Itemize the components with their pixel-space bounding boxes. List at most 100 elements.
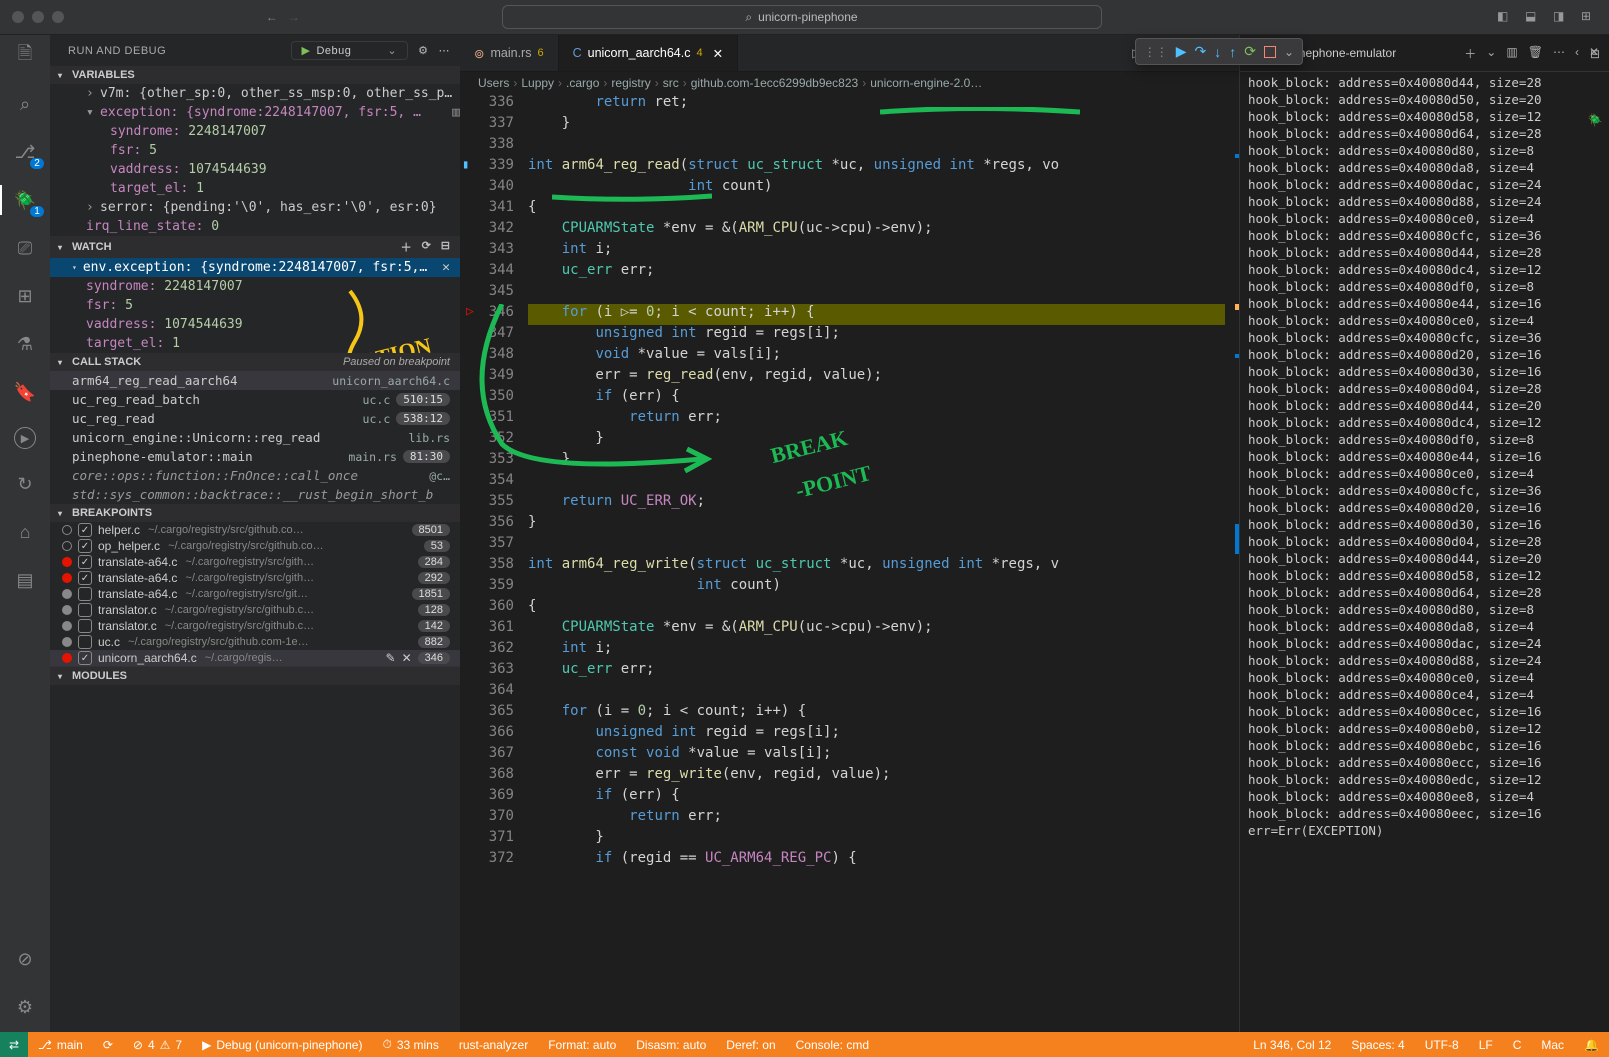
bookmark-icon[interactable]: 🔖 — [12, 379, 38, 405]
breakpoint-checkbox[interactable] — [78, 587, 92, 601]
watch-child[interactable]: target_el: 1 — [50, 334, 460, 353]
test-icon[interactable]: ⚗ — [12, 331, 38, 357]
layout-bottom-icon[interactable]: ⬓ — [1525, 9, 1541, 25]
explorer-icon[interactable]: 🗎 — [12, 43, 38, 69]
search-icon[interactable]: ⌕ — [12, 91, 38, 117]
code-line[interactable]: return UC_ERR_OK; — [528, 493, 1225, 514]
code-line[interactable]: int arm64_reg_read(struct uc_struct *uc,… — [528, 157, 1225, 178]
terminal-output[interactable]: hook_block: address=0x40080d44, size=28h… — [1240, 72, 1609, 1032]
code-line[interactable] — [528, 472, 1225, 493]
callstack-frame[interactable]: uc_reg_readuc.c538:12 — [50, 409, 460, 428]
breakpoint-gutter-icon[interactable]: ▷ — [466, 304, 474, 319]
code-line[interactable]: if (err) { — [528, 787, 1225, 808]
lsp-status[interactable]: rust-analyzer — [449, 1038, 538, 1052]
code-line[interactable]: { — [528, 199, 1225, 220]
var-row[interactable]: fsr: 5 — [50, 141, 460, 160]
step-out-button[interactable]: ↑ — [1229, 44, 1236, 60]
watch-expression-selected[interactable]: env.exception: {syndrome:2248147007, fsr… — [50, 258, 460, 277]
code-line[interactable]: if (err) { — [528, 388, 1225, 409]
code-line[interactable]: } — [528, 115, 1225, 136]
grip-icon[interactable]: ⋮⋮ — [1144, 45, 1168, 59]
breakpoint-row[interactable]: translator.c ~/.cargo/registry/src/githu… — [50, 618, 460, 634]
debug-icon[interactable]: 🪲1 — [12, 187, 38, 213]
code-line[interactable] — [528, 682, 1225, 703]
bookmark-gutter-icon[interactable]: ▮ — [462, 157, 469, 171]
code-line[interactable]: } — [528, 514, 1225, 535]
var-row[interactable]: ›serror: {pending:'\0', has_esr:'\0', es… — [50, 198, 460, 217]
code-line[interactable]: } — [528, 430, 1225, 451]
edit-icon[interactable]: ✎ — [386, 651, 396, 665]
settings-gear-icon[interactable]: ⚙ — [12, 994, 38, 1020]
code-line[interactable]: int count) — [528, 577, 1225, 598]
var-row[interactable]: vaddress: 1074544639 — [50, 160, 460, 179]
trash-icon[interactable]: 🗑 — [1528, 45, 1543, 62]
nav-forward-icon[interactable]: → — [288, 10, 300, 24]
panel-callstack[interactable]: CALL STACKPaused on breakpoint — [50, 353, 460, 371]
code-line[interactable]: int count) — [528, 178, 1225, 199]
command-center[interactable]: ⌕ unicorn-pinephone — [502, 5, 1102, 29]
close-icon[interactable]: ✕ — [402, 651, 412, 665]
callstack-frame[interactable]: arm64_reg_read_aarch64unicorn_aarch64.c — [50, 371, 460, 390]
code-line[interactable]: uc_err err; — [528, 262, 1225, 283]
code-line[interactable] — [528, 136, 1225, 157]
callstack-frame[interactable]: std::sys_common::backtrace::__rust_begin… — [50, 485, 460, 504]
code-line[interactable]: unsigned int regid = regs[i]; — [528, 724, 1225, 745]
code-line[interactable]: if (regid == UC_ARM64_REG_PC) { — [528, 850, 1225, 871]
eol[interactable]: LF — [1469, 1038, 1503, 1052]
code-line[interactable]: CPUARMState *env = &(ARM_CPU(uc->cpu)->e… — [528, 220, 1225, 241]
breakpoint-row[interactable]: translate-a64.c ~/.cargo/registry/src/gi… — [50, 586, 460, 602]
code-area[interactable]: 336337338▮339340341342343344345▷34634734… — [460, 94, 1239, 1032]
close-tab-icon[interactable]: ✕ — [713, 46, 723, 61]
console-status[interactable]: Console: cmd — [786, 1038, 879, 1052]
code-line[interactable]: return err; — [528, 808, 1225, 829]
language-mode[interactable]: C — [1503, 1038, 1532, 1052]
more-icon[interactable]: ⋯ — [1553, 45, 1565, 62]
minimap[interactable] — [1225, 94, 1239, 1032]
breakpoint-checkbox[interactable] — [78, 619, 92, 633]
breakpoint-checkbox[interactable] — [78, 635, 92, 649]
breakpoint-row[interactable]: op_helper.c ~/.cargo/registry/src/github… — [50, 538, 460, 554]
watch-child[interactable]: fsr: 5 — [50, 296, 460, 315]
timer[interactable]: ⏱ 33 mins — [372, 1037, 448, 1052]
layout-left-icon[interactable]: ◧ — [1497, 9, 1513, 25]
run-icon[interactable]: ▶ — [14, 427, 36, 449]
git-branch[interactable]: ⎇ main — [28, 1038, 93, 1052]
close-window[interactable] — [12, 11, 24, 23]
breakpoint-row[interactable]: uc.c ~/.cargo/registry/src/github.com-1e… — [50, 634, 460, 650]
code-line[interactable]: int arm64_reg_write(struct uc_struct *uc… — [528, 556, 1225, 577]
code-line[interactable]: err = reg_read(env, regid, value); — [528, 367, 1225, 388]
callstack-frame[interactable]: uc_reg_read_batchuc.c510:15 — [50, 390, 460, 409]
tab-main-rs[interactable]: ⊚ main.rs 6 — [460, 35, 559, 71]
problems[interactable]: ⊘ 4 ⚠ 7 — [123, 1038, 192, 1052]
code-line[interactable]: int i; — [528, 241, 1225, 262]
split-terminal-icon[interactable]: ▥ — [1506, 45, 1517, 62]
code-line[interactable]: unsigned int regid = regs[i]; — [528, 325, 1225, 346]
step-into-button[interactable]: ↓ — [1214, 44, 1221, 60]
format-status[interactable]: Format: auto — [538, 1038, 626, 1052]
var-row[interactable]: ▾exception: {syndrome:2248147007, fsr:5,… — [50, 103, 460, 122]
stop-button[interactable] — [1264, 46, 1276, 58]
debug-config-select[interactable]: ▶ Debug ⌄ — [291, 41, 409, 60]
layout-grid-icon[interactable]: ⊞ — [1581, 9, 1597, 25]
encoding[interactable]: UTF-8 — [1415, 1038, 1469, 1052]
os-indicator[interactable]: Mac — [1531, 1038, 1574, 1052]
breakpoint-row[interactable]: unicorn_aarch64.c ~/.cargo/regis… ✎✕ 346 — [50, 650, 460, 666]
breakpoint-row[interactable]: translate-a64.c ~/.cargo/registry/src/gi… — [50, 570, 460, 586]
var-row[interactable]: syndrome: 2248147007 — [50, 122, 460, 141]
callstack-frame[interactable]: core::ops::function::FnOnce::call_once@c… — [50, 466, 460, 485]
breakpoint-row[interactable]: helper.c ~/.cargo/registry/src/github.co… — [50, 522, 460, 538]
code-line[interactable]: err = reg_write(env, regid, value); — [528, 766, 1225, 787]
project-icon[interactable]: ▤ — [12, 567, 38, 593]
code-line[interactable]: { — [528, 598, 1225, 619]
code-line[interactable]: return ret; — [528, 94, 1225, 115]
code-line[interactable]: CPUARMState *env = &(ARM_CPU(uc->cpu)->e… — [528, 619, 1225, 640]
timeline-icon[interactable]: ↻ — [12, 471, 38, 497]
var-row[interactable]: irq_line_state: 0 — [50, 217, 460, 236]
panel-watch[interactable]: WATCH ＋⟳⊟ — [50, 236, 460, 258]
continue-button[interactable]: ▶ — [1176, 43, 1187, 60]
step-over-button[interactable]: ↷ — [1194, 43, 1206, 60]
right-rail-toggle[interactable]: ⊟ — [1581, 40, 1609, 68]
code-line[interactable]: int i; — [528, 640, 1225, 661]
right-rail-debug-icon[interactable]: 🪲 — [1581, 106, 1609, 134]
remote-indicator[interactable]: ⇄ — [0, 1038, 28, 1052]
